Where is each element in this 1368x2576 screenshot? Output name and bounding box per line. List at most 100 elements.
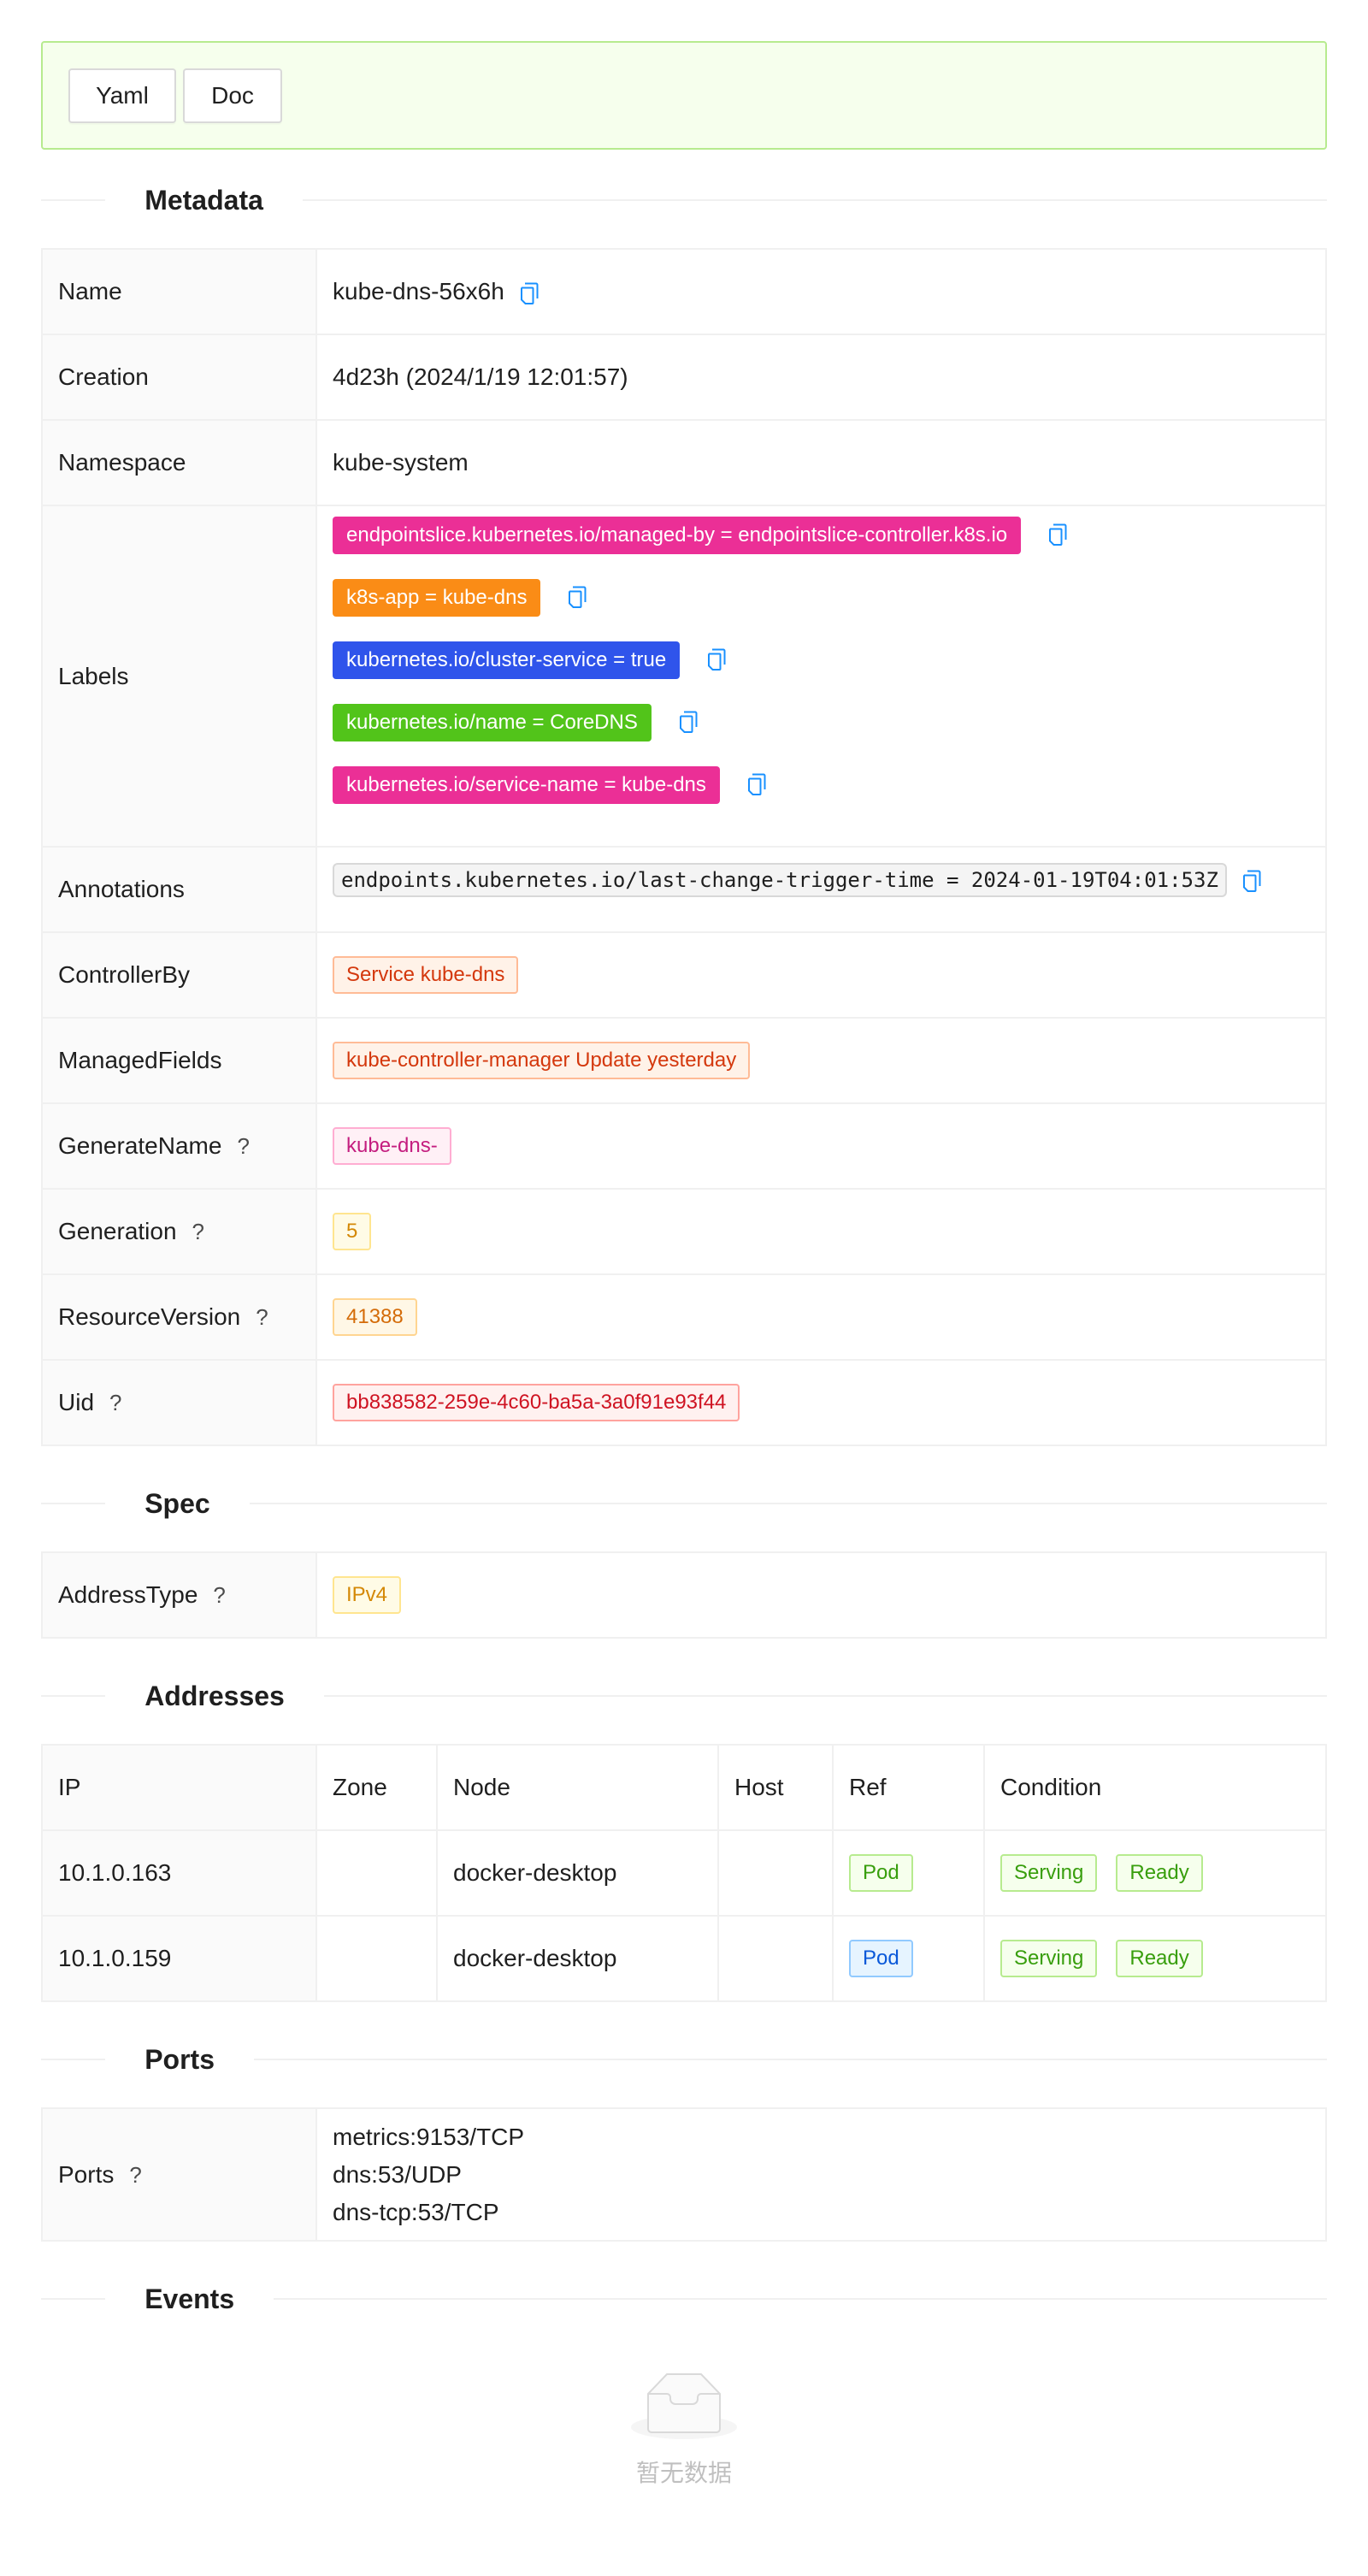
ports-section-title: Ports bbox=[144, 2043, 215, 2075]
copy-icon[interactable] bbox=[747, 773, 766, 795]
controllerby-tag[interactable]: Service kube-dns bbox=[333, 956, 519, 994]
ref-pod-tag[interactable]: Pod bbox=[849, 1854, 913, 1892]
metadata-section-divider: Metadata bbox=[41, 174, 1327, 226]
uid-label: Uid bbox=[58, 1389, 95, 1415]
events-section-divider: Events bbox=[41, 2273, 1327, 2325]
question-icon[interactable]: ? bbox=[237, 1133, 249, 1160]
addresses-section-divider: Addresses bbox=[41, 1670, 1327, 1722]
spec-table: AddressType? IPv4 bbox=[41, 1551, 1327, 1639]
annotation-code: endpoints.kubernetes.io/last-change-trig… bbox=[333, 863, 1227, 897]
condition-ready-tag: Ready bbox=[1116, 1940, 1203, 1977]
metadata-table: Name kube-dns-56x6h Creation 4d23h (2024… bbox=[41, 248, 1327, 1446]
empty-text: 暂无数据 bbox=[635, 2459, 732, 2487]
addresses-section-title: Addresses bbox=[144, 1680, 285, 1711]
label-item: k8s-app = kube-dns bbox=[333, 579, 1310, 641]
resourceversion-label: ResourceVersion bbox=[58, 1303, 241, 1330]
metadata-row-name: Name kube-dns-56x6h bbox=[41, 248, 1327, 335]
creation-value: 4d23h (2024/1/19 12:01:57) bbox=[315, 334, 1327, 421]
label-item: kubernetes.io/service-name = kube-dns bbox=[333, 766, 1310, 829]
namespace-label: Namespace bbox=[41, 419, 317, 506]
name-value: kube-dns-56x6h bbox=[333, 278, 504, 304]
ref-pod-tag[interactable]: Pod bbox=[849, 1940, 913, 1977]
host-cell bbox=[717, 1829, 834, 1917]
resourceversion-tag: 41388 bbox=[333, 1298, 417, 1336]
copy-icon[interactable] bbox=[707, 648, 726, 671]
label-item: kubernetes.io/name = CoreDNS bbox=[333, 704, 1310, 766]
metadata-row-managedfields: ManagedFields kube-controller-manager Up… bbox=[41, 1017, 1327, 1104]
copy-icon[interactable] bbox=[520, 282, 539, 304]
ref-cell: Pod bbox=[832, 1829, 985, 1917]
toolbar: Yaml Doc bbox=[41, 41, 1327, 150]
label-tag: endpointslice.kubernetes.io/managed-by =… bbox=[333, 517, 1022, 554]
resourceversion-label-cell: ResourceVersion? bbox=[41, 1273, 317, 1361]
condition-serving-tag: Serving bbox=[1000, 1854, 1098, 1892]
uid-tag: bb838582-259e-4c60-ba5a-3a0f91e93f44 bbox=[333, 1384, 740, 1421]
addresstype-label-cell: AddressType? bbox=[41, 1551, 317, 1639]
generation-label-cell: Generation? bbox=[41, 1188, 317, 1275]
metadata-row-resourceversion: ResourceVersion? 41388 bbox=[41, 1273, 1327, 1361]
generatename-tag: kube-dns- bbox=[333, 1127, 451, 1165]
question-icon[interactable]: ? bbox=[256, 1304, 268, 1331]
managedfields-tag[interactable]: kube-controller-manager Update yesterday bbox=[333, 1042, 751, 1079]
controllerby-value-cell: Service kube-dns bbox=[315, 931, 1327, 1019]
label-tag: kubernetes.io/cluster-service = true bbox=[333, 641, 681, 679]
metadata-row-generatename: GenerateName? kube-dns- bbox=[41, 1102, 1327, 1190]
namespace-value: kube-system bbox=[315, 419, 1327, 506]
condition-ready-tag: Ready bbox=[1116, 1854, 1203, 1892]
yaml-button[interactable]: Yaml bbox=[68, 68, 176, 123]
name-value-cell: kube-dns-56x6h bbox=[315, 248, 1327, 335]
addresstype-tag: IPv4 bbox=[333, 1576, 402, 1614]
uid-value-cell: bb838582-259e-4c60-ba5a-3a0f91e93f44 bbox=[315, 1359, 1327, 1446]
zone-cell bbox=[315, 1915, 438, 2002]
ports-label: Ports bbox=[58, 2160, 115, 2188]
metadata-row-labels: Labels endpointslice.kubernetes.io/manag… bbox=[41, 505, 1327, 848]
empty-inbox-icon bbox=[631, 2373, 737, 2439]
column-header-host: Host bbox=[717, 1744, 834, 1831]
question-icon[interactable]: ? bbox=[129, 2156, 141, 2194]
doc-button[interactable]: Doc bbox=[183, 68, 282, 123]
annotations-label: Annotations bbox=[41, 846, 317, 933]
port-item: metrics:9153/TCP bbox=[333, 2123, 525, 2150]
question-icon[interactable]: ? bbox=[213, 1582, 225, 1609]
addresses-table: IP Zone Node Host Ref Condition 10.1.0.1… bbox=[41, 1744, 1327, 2002]
managedfields-value-cell: kube-controller-manager Update yesterday bbox=[315, 1017, 1327, 1104]
metadata-row-namespace: Namespace kube-system bbox=[41, 419, 1327, 506]
question-icon[interactable]: ? bbox=[109, 1390, 121, 1416]
uid-label-cell: Uid? bbox=[41, 1359, 317, 1446]
name-label: Name bbox=[41, 248, 317, 335]
generatename-label: GenerateName bbox=[58, 1132, 222, 1159]
copy-icon[interactable] bbox=[679, 711, 698, 733]
spec-row-addresstype: AddressType? IPv4 bbox=[41, 1551, 1327, 1639]
condition-cell: Serving Ready bbox=[983, 1915, 1327, 2002]
addresstype-label: AddressType bbox=[58, 1581, 198, 1608]
table-row: 10.1.0.163 docker-desktop Pod Serving Rea… bbox=[41, 1829, 1327, 1917]
ports-table: Ports? metrics:9153/TCP dns:53/UDP dns-t… bbox=[41, 2107, 1327, 2242]
label-tag: kubernetes.io/name = CoreDNS bbox=[333, 704, 652, 741]
zone-cell bbox=[315, 1829, 438, 1917]
label-tag: k8s-app = kube-dns bbox=[333, 579, 541, 617]
ports-row: Ports? metrics:9153/TCP dns:53/UDP dns-t… bbox=[41, 2107, 1327, 2242]
copy-icon[interactable] bbox=[1242, 870, 1261, 892]
managedfields-label: ManagedFields bbox=[41, 1017, 317, 1104]
question-icon[interactable]: ? bbox=[192, 1219, 204, 1245]
metadata-row-annotations: Annotations endpoints.kubernetes.io/last… bbox=[41, 846, 1327, 933]
metadata-row-generation: Generation? 5 bbox=[41, 1188, 1327, 1275]
generation-label: Generation bbox=[58, 1218, 177, 1244]
events-section-title: Events bbox=[144, 2283, 235, 2314]
label-tag: kubernetes.io/service-name = kube-dns bbox=[333, 766, 720, 804]
controllerby-label: ControllerBy bbox=[41, 931, 317, 1019]
table-row: 10.1.0.159 docker-desktop Pod Serving Rea… bbox=[41, 1915, 1327, 2002]
condition-cell: Serving Ready bbox=[983, 1829, 1327, 1917]
labels-label: Labels bbox=[41, 505, 317, 848]
column-header-node: Node bbox=[436, 1744, 719, 1831]
ports-value-cell: metrics:9153/TCP dns:53/UDP dns-tcp:53/T… bbox=[315, 2107, 1327, 2242]
ip-cell: 10.1.0.163 bbox=[41, 1829, 317, 1917]
label-item: kubernetes.io/cluster-service = true bbox=[333, 641, 1310, 704]
ports-label-cell: Ports? bbox=[41, 2107, 317, 2242]
creation-label: Creation bbox=[41, 334, 317, 421]
node-cell: docker-desktop bbox=[436, 1915, 719, 2002]
metadata-section-title: Metadata bbox=[144, 184, 263, 216]
copy-icon[interactable] bbox=[568, 586, 587, 608]
column-header-condition: Condition bbox=[983, 1744, 1327, 1831]
copy-icon[interactable] bbox=[1048, 523, 1067, 546]
